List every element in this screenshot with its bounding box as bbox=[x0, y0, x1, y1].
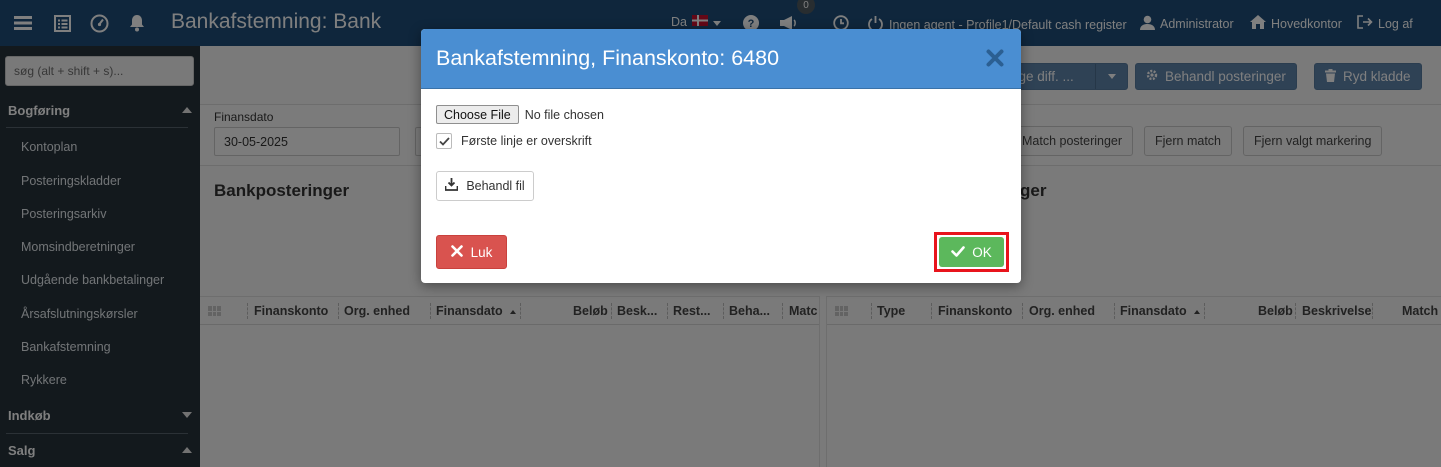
dialog-title: Bankafstemning, Finanskonto: 6480 bbox=[436, 46, 780, 70]
dialog-header: Bankafstemning, Finanskonto: 6480 bbox=[421, 29, 1021, 89]
process-file-button[interactable]: Behandl fil bbox=[436, 171, 534, 201]
close-dialog-label: Luk bbox=[470, 244, 493, 260]
checkmark-icon bbox=[951, 245, 966, 260]
close-icon[interactable] bbox=[986, 49, 1004, 67]
first-line-header-checkbox[interactable] bbox=[436, 133, 452, 149]
checkmark-icon bbox=[438, 136, 450, 146]
close-x-icon bbox=[450, 244, 463, 260]
bank-reconciliation-dialog: Bankafstemning, Finanskonto: 6480 Choose… bbox=[421, 29, 1021, 283]
first-line-header-option[interactable]: Første linje er overskrift bbox=[436, 133, 592, 149]
ok-label: OK bbox=[972, 244, 992, 260]
file-input[interactable]: Choose File No file chosen bbox=[436, 105, 604, 124]
first-line-header-label: Første linje er overskrift bbox=[461, 134, 592, 148]
process-file-label: Behandl fil bbox=[466, 179, 525, 193]
ok-button[interactable]: OK bbox=[939, 237, 1004, 267]
download-icon bbox=[444, 178, 459, 194]
ok-button-highlight: OK bbox=[934, 232, 1009, 272]
choose-file-button[interactable]: Choose File bbox=[436, 105, 519, 124]
close-dialog-button[interactable]: Luk bbox=[436, 235, 507, 269]
file-status: No file chosen bbox=[524, 107, 604, 122]
